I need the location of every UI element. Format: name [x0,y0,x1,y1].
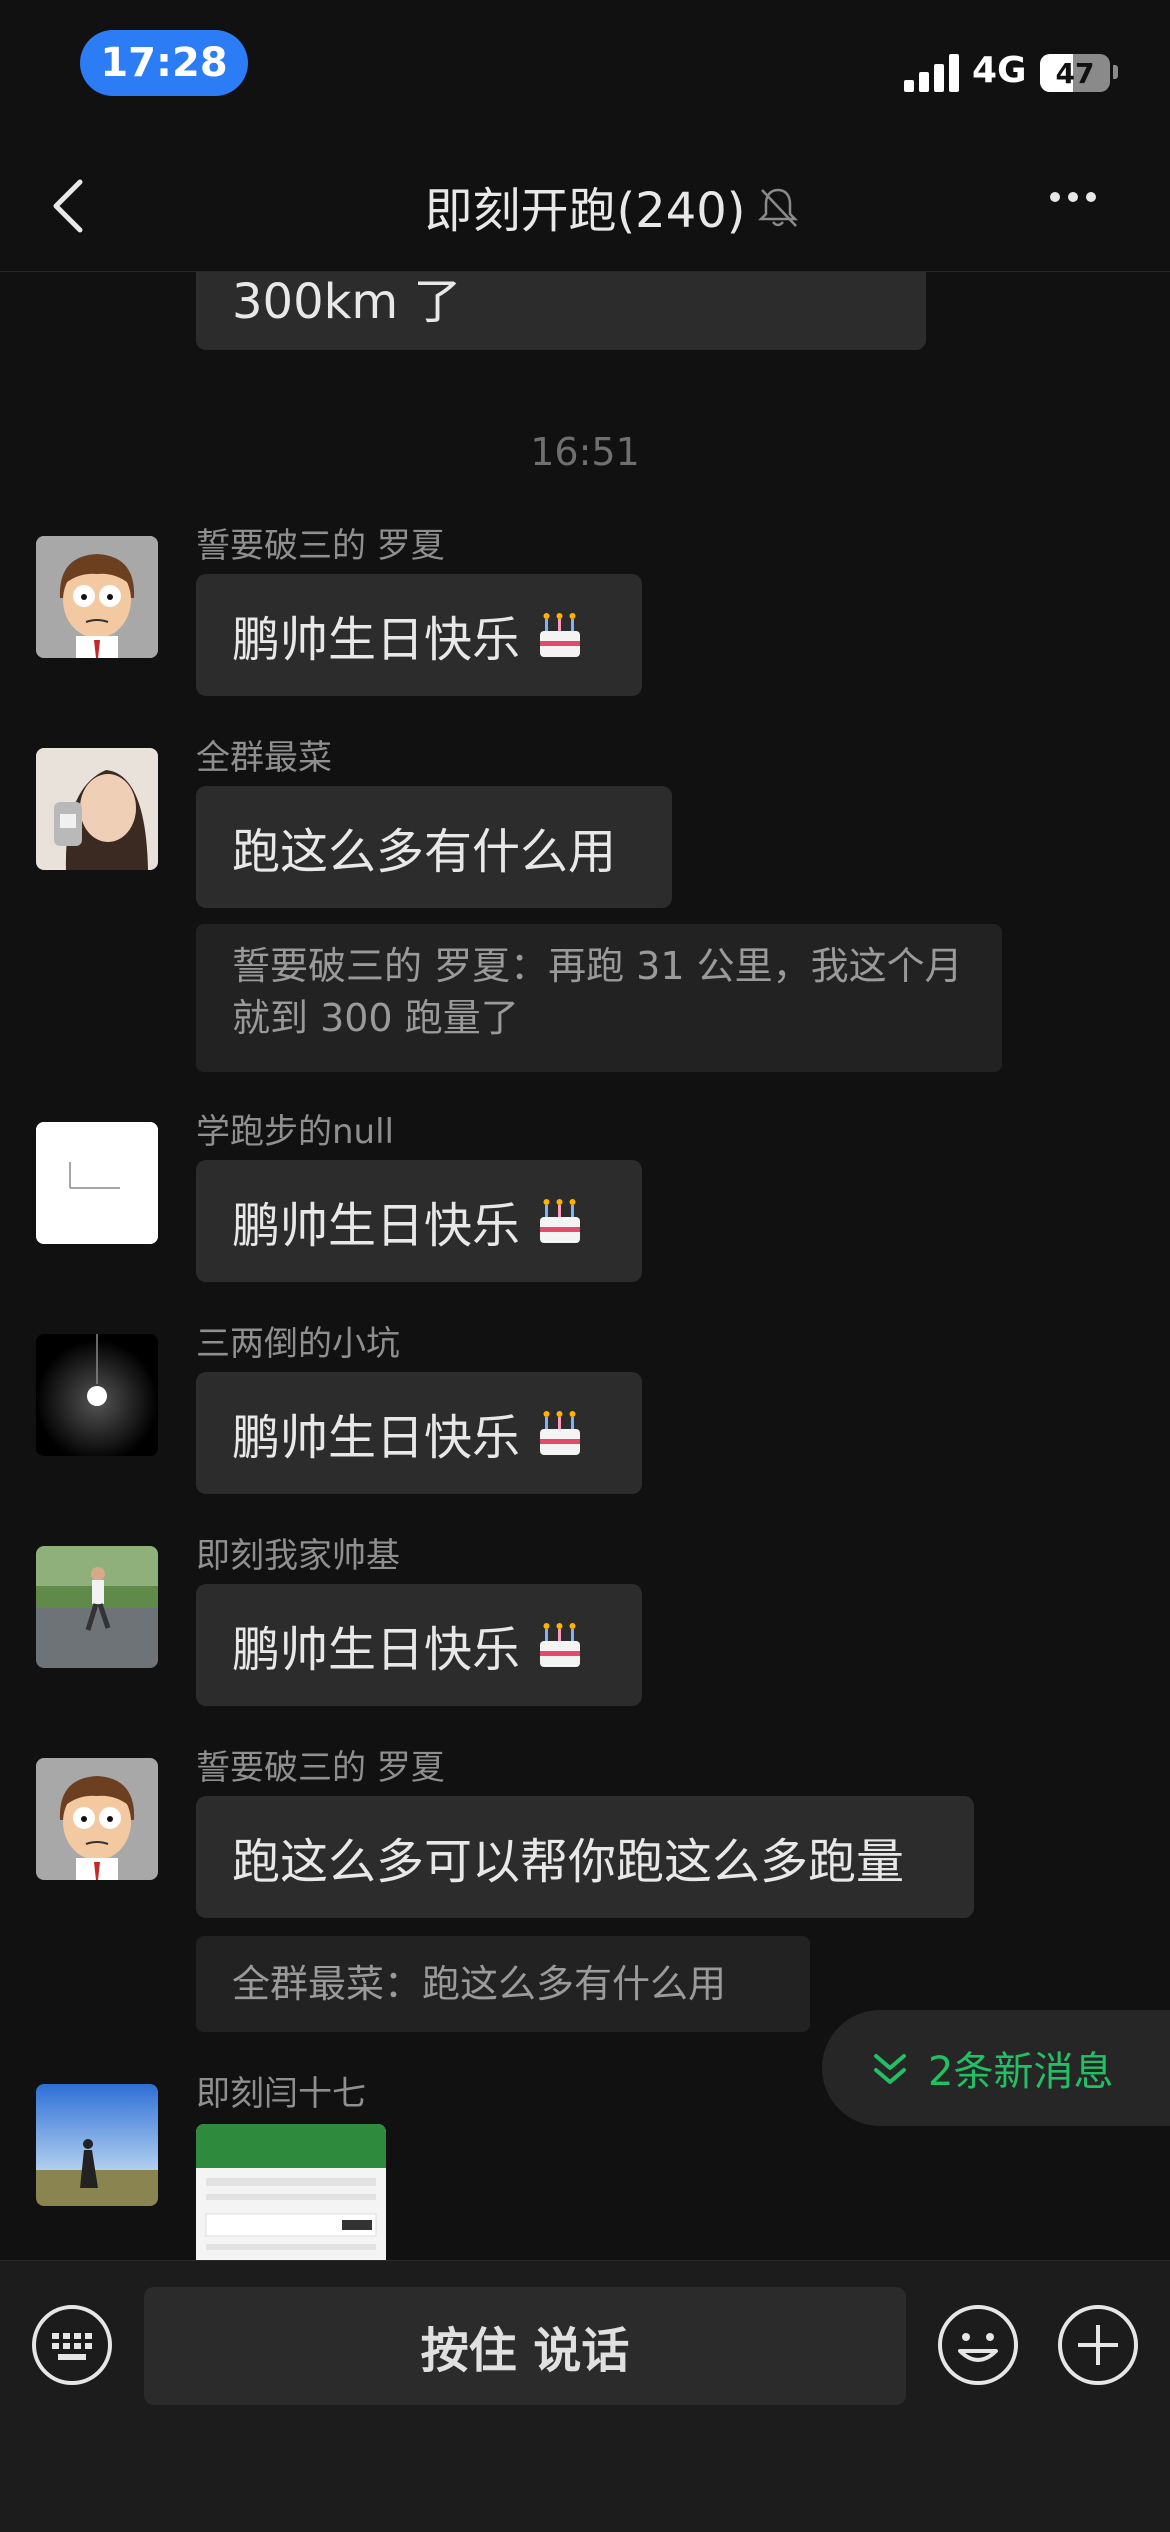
birthday-cake-icon [540,1411,581,1455]
battery-icon: 47 [1040,54,1110,92]
battery-level: 47 [1055,56,1095,90]
quoted-message[interactable]: 誓要破三的 罗夏：再跑 31 公里，我这个月就到 300 跑量了 [196,924,1002,1072]
double-chevron-down-icon [874,2054,906,2084]
message-text: 跑这么多可以帮你跑这么多跑量 [232,1834,905,1890]
sender-name: 即刻闫十七 [196,2074,366,2114]
avatar[interactable] [36,536,158,658]
time-separator: 16:51 [530,430,640,474]
network-type: 4G [972,50,1027,91]
birthday-cake-icon [540,1199,581,1243]
message-text: 鹏帅生日快乐 [232,1410,521,1466]
quoted-message[interactable]: 全群最菜：跑这么多有什么用 [196,1936,810,2032]
message-text: 鹏帅生日快乐 [232,1198,521,1254]
input-bar: 按住 说话 [0,2260,1170,2532]
sender-name: 誓要破三的 罗夏 [196,1748,445,1788]
avatar[interactable] [36,1758,158,1880]
avatar[interactable] [36,1122,158,1244]
keyboard-icon[interactable] [30,2303,114,2387]
image-message-thumbnail[interactable] [196,2124,386,2260]
message-text: 鹏帅生日快乐 [232,612,521,668]
message-bubble[interactable]: 鹏帅生日快乐 [196,1372,642,1494]
sender-name: 誓要破三的 罗夏 [196,526,445,566]
more-options-icon[interactable] [1050,192,1120,202]
avatar[interactable] [36,1334,158,1456]
chat-header: 即刻开跑(240) [0,140,1170,272]
avatar[interactable] [36,2084,158,2206]
message-bubble[interactable]: 鹏帅生日快乐 [196,1584,642,1706]
sender-name: 全群最菜 [196,738,332,778]
status-time: 17:28 [80,30,248,96]
cellular-signal-icon [904,54,960,92]
message-list[interactable]: 300km 了 16:51 誓要破三的 罗夏 鹏帅生日快乐 全群最菜 跑这么多有… [0,272,1170,2260]
message-bubble[interactable]: 300km 了 [196,272,926,350]
sender-name: 三两倒的小坑 [196,1324,400,1364]
birthday-cake-icon [540,613,581,657]
message-bubble[interactable]: 跑这么多有什么用 [196,786,672,908]
message-bubble[interactable]: 跑这么多可以帮你跑这么多跑量 [196,1796,974,1918]
avatar[interactable] [36,1546,158,1668]
plus-icon[interactable] [1056,2303,1140,2387]
battery-tip [1113,65,1118,79]
new-messages-label: 2条新消息 [928,2049,1114,2095]
emoji-icon[interactable] [936,2303,1020,2387]
status-bar: 17:28 4G 47 [0,0,1170,140]
message-text: 300km 了 [232,274,462,330]
avatar[interactable] [36,748,158,870]
sender-name: 即刻我家帅基 [196,1536,400,1576]
message-bubble[interactable]: 鹏帅生日快乐 [196,574,642,696]
message-bubble[interactable]: 鹏帅生日快乐 [196,1160,642,1282]
new-messages-button[interactable]: 2条新消息 [822,2010,1170,2126]
birthday-cake-icon [540,1623,581,1667]
message-text: 鹏帅生日快乐 [232,1622,521,1678]
mute-bell-icon [757,188,799,227]
chat-title: 即刻开跑(240) [424,183,746,239]
hold-to-talk-button[interactable]: 按住 说话 [144,2287,906,2405]
sender-name: 学跑步的null [196,1112,394,1152]
message-text: 跑这么多有什么用 [232,824,617,880]
